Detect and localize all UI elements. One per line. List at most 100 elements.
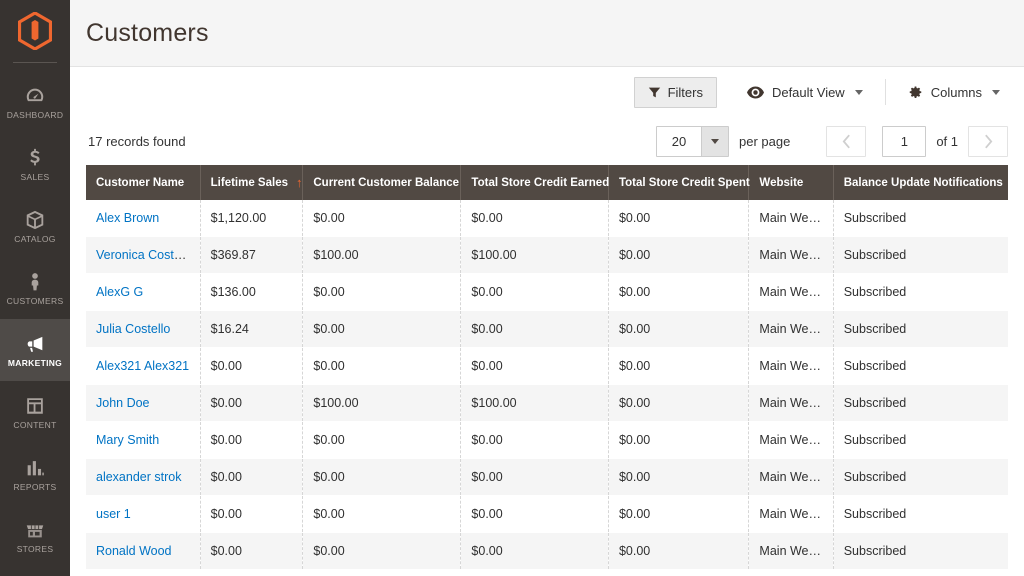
table-row: Julia Costello $16.24 $0.00 $0.00 $0.00 Main …	[86, 310, 1008, 348]
customer-name-link[interactable]: alexander strok	[96, 470, 181, 484]
cell-credit-spent: $0.00	[608, 532, 750, 570]
records-found-label: 17 records found	[88, 133, 186, 149]
column-header-total-store-credit-spent[interactable]: Total Store Credit Spent	[608, 165, 750, 200]
grid-toolbar: Filters Default View Columns	[70, 67, 1024, 117]
sidebar-item-reports[interactable]: REPORTS	[0, 443, 70, 505]
filter-funnel-icon	[648, 87, 660, 97]
grid-body: Alex Brown $1,120.00 $0.00 $0.00 $0.00 Main W…	[86, 200, 1008, 570]
sidebar-item-label: MARKETING	[7, 357, 63, 368]
cell-credit-spent: $0.00	[608, 273, 750, 311]
pagination-controls: 20 per page of 1	[655, 125, 1008, 157]
customer-name-link[interactable]: Ronald Wood	[96, 544, 172, 558]
customer-name-link[interactable]: Mary Smith	[96, 433, 159, 447]
column-header-lifetime-sales[interactable]: Lifetime Sales ↑	[200, 165, 304, 200]
per-page-select[interactable]: 20	[655, 125, 729, 157]
cell-lifetime-sales: $0.00	[200, 421, 304, 459]
grid-header-row: Customer Name Lifetime Sales ↑ Current C	[86, 165, 1008, 200]
table-row: Mary Smith $0.00 $0.00 $0.00 $0.00 Main Websi…	[86, 421, 1008, 459]
marketing-megaphone-icon	[27, 336, 43, 352]
customers-grid-container: Customer Name Lifetime Sales ↑ Current C	[70, 165, 1024, 570]
sidebar-item-content[interactable]: CONTENT	[0, 381, 70, 443]
magento-logo[interactable]	[0, 0, 70, 62]
customer-name-link[interactable]: user 1	[96, 507, 131, 521]
cell-lifetime-sales: $0.00	[200, 532, 304, 570]
cell-credit-earned: $0.00	[460, 421, 609, 459]
sidebar-item-label: STORES	[16, 543, 54, 554]
column-header-balance-update-notifications[interactable]: Balance Update Notifications	[833, 165, 1008, 200]
table-row: John Doe $0.00 $100.00 $100.00 $0.00 Main Web…	[86, 384, 1008, 422]
cell-current-balance: $0.00	[302, 347, 462, 385]
sidebar-item-sales[interactable]: SALES	[0, 133, 70, 195]
table-row: AlexG G $136.00 $0.00 $0.00 $0.00 Main Websit…	[86, 273, 1008, 311]
cell-customer-name: Mary Smith	[86, 421, 201, 459]
chevron-left-icon	[842, 134, 850, 148]
previous-page-button[interactable]	[826, 125, 867, 157]
customer-name-link[interactable]: Alex Brown	[96, 211, 159, 225]
cell-website: Main Website	[748, 310, 834, 348]
cell-customer-name: Ronald Wood	[86, 532, 201, 570]
cell-current-balance: $100.00	[302, 384, 462, 422]
cell-lifetime-sales: $0.00	[200, 495, 304, 533]
customer-name-link[interactable]: AlexG G	[96, 285, 143, 299]
column-header-customer-name[interactable]: Customer Name	[86, 165, 201, 200]
cell-credit-earned: $0.00	[460, 495, 609, 533]
catalog-box-icon	[26, 210, 44, 229]
column-header-total-store-credit-earned[interactable]: Total Store Credit Earned	[460, 165, 609, 200]
customers-person-icon	[31, 272, 39, 291]
cell-website: Main Website	[748, 347, 834, 385]
cell-customer-name: John Doe	[86, 384, 201, 422]
cell-website: Main Website	[748, 384, 834, 422]
customer-name-link[interactable]: Julia Costello	[96, 322, 170, 336]
column-label: Lifetime Sales	[210, 176, 288, 189]
customer-name-link[interactable]: Veronica Costello	[96, 248, 193, 262]
customers-grid: Customer Name Lifetime Sales ↑ Current C	[86, 165, 1008, 570]
cell-customer-name: Julia Costello	[86, 310, 201, 348]
cell-credit-earned: $100.00	[460, 384, 609, 422]
column-label: Balance Update Notifications	[843, 176, 1003, 189]
table-row: Veronica Costello $369.87 $100.00 $100.00 $0…	[86, 236, 1008, 274]
cell-customer-name: Alex321 Alex321	[86, 347, 201, 385]
cell-notifications: Subscribed	[833, 421, 1008, 459]
cell-website: Main Website	[748, 273, 834, 311]
cell-credit-earned: $0.00	[460, 458, 609, 496]
cell-lifetime-sales: $1,120.00	[200, 200, 304, 237]
next-page-button[interactable]	[968, 125, 1008, 157]
sidebar-item-system[interactable]: SYSTEM	[0, 567, 70, 576]
column-header-current-customer-balance[interactable]: Current Customer Balance	[302, 165, 462, 200]
page-number-input[interactable]	[882, 125, 927, 157]
chevron-right-icon	[984, 134, 992, 148]
table-row: user 1 $0.00 $0.00 $0.00 $0.00 Main Website Su…	[86, 495, 1008, 533]
eye-icon	[746, 86, 764, 98]
sidebar-item-marketing[interactable]: MARKETING	[0, 319, 70, 381]
sidebar-divider-top	[13, 62, 57, 63]
content-layout-icon	[27, 397, 43, 414]
sidebar-item-catalog[interactable]: CATALOG	[0, 195, 70, 257]
sidebar-item-customers[interactable]: CUSTOMERS	[0, 257, 70, 319]
table-row: alexander strok $0.00 $0.00 $0.00 $0.00 Main …	[86, 458, 1008, 496]
cell-credit-spent: $0.00	[608, 310, 750, 348]
cell-lifetime-sales: $16.24	[200, 310, 304, 348]
cell-credit-spent: $0.00	[608, 421, 750, 459]
column-header-website[interactable]: Website	[748, 165, 834, 200]
column-label: Website	[759, 176, 804, 189]
sidebar-item-dashboard[interactable]: DASHBOARD	[0, 71, 70, 133]
sidebar-item-label: CONTENT	[13, 419, 57, 430]
per-page-caret	[700, 126, 728, 156]
cell-current-balance: $0.00	[302, 532, 462, 570]
table-row: Alex321 Alex321 $0.00 $0.00 $0.00 $0.00 Main …	[86, 347, 1008, 385]
customer-name-link[interactable]: Alex321 Alex321	[96, 359, 189, 373]
admin-sidebar: DASHBOARD SALES CATALOG CUSTOMERS MARKET…	[0, 0, 70, 576]
cell-credit-spent: $0.00	[608, 347, 750, 385]
sidebar-item-stores[interactable]: STORES	[0, 505, 70, 567]
cell-website: Main Website	[748, 495, 834, 533]
filters-button[interactable]: Filters	[633, 76, 717, 108]
cell-notifications: Subscribed	[833, 384, 1008, 422]
columns-label: Columns	[930, 84, 982, 100]
cell-customer-name: AlexG G	[86, 273, 201, 311]
filters-button-label: Filters	[667, 84, 703, 100]
chevron-down-icon	[854, 89, 863, 95]
customer-name-link[interactable]: John Doe	[96, 396, 150, 410]
default-view-dropdown[interactable]: Default View	[739, 77, 871, 108]
columns-dropdown[interactable]: Columns	[900, 77, 1008, 108]
grid-subbar: 17 records found 20 per page of 1	[70, 117, 1024, 165]
